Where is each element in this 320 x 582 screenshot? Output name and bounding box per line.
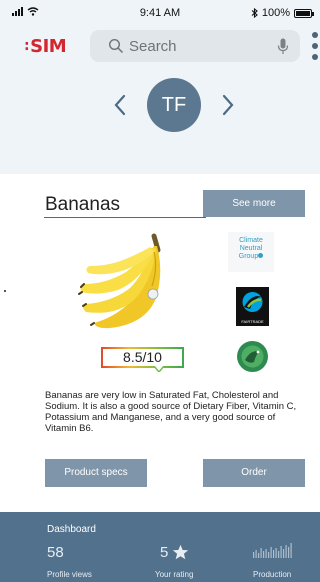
profile-views-label: Profile views	[47, 570, 92, 579]
star-icon	[173, 544, 189, 560]
dashboard-panel[interactable]: Dashboard 58 5 Profile views Your rating…	[0, 512, 320, 582]
production-label: Production	[253, 570, 292, 579]
status-bar: 9:41 AM 100%	[0, 0, 320, 26]
title-underline	[44, 217, 206, 218]
product-specs-button[interactable]: Product specs	[45, 459, 147, 487]
chevron-right-icon[interactable]	[221, 94, 235, 116]
production-chart-icon[interactable]	[252, 542, 294, 558]
fairtrade-label: FAIRTRADE	[241, 319, 264, 324]
climate-line-3: Group	[238, 253, 259, 260]
logo-dots: :	[24, 38, 30, 54]
climate-line-1: Climate	[239, 237, 263, 244]
side-dot	[4, 290, 6, 292]
rating-label: Your rating	[155, 570, 194, 579]
profile-views-value: 58	[47, 544, 64, 561]
dashboard-title: Dashboard	[47, 524, 96, 535]
order-button[interactable]: Order	[203, 459, 305, 487]
product-description: Bananas are very low in Saturated Fat, C…	[45, 390, 297, 434]
search-input[interactable]: Search	[129, 38, 177, 55]
logo-text: SIM	[30, 36, 67, 57]
battery-icon	[294, 8, 314, 18]
app-logo[interactable]: :SIM	[24, 36, 67, 57]
see-more-button[interactable]: See more	[203, 190, 305, 217]
rainforest-alliance-icon	[237, 341, 268, 372]
product-title: Bananas	[45, 194, 121, 215]
climate-dot-icon	[258, 253, 264, 258]
rating-value: 5	[160, 544, 169, 561]
fairtrade-badge: FAIRTRADE	[236, 287, 269, 326]
chevron-left-icon[interactable]	[113, 94, 127, 116]
banana-image	[78, 233, 161, 329]
status-right: 100%	[251, 7, 314, 19]
battery-fill	[296, 10, 310, 16]
microphone-icon[interactable]	[277, 38, 289, 55]
more-options-icon[interactable]	[312, 32, 320, 60]
fairtrade-icon	[242, 292, 263, 312]
rating-score: 8.5/10	[101, 347, 184, 368]
search-bar[interactable]: Search	[90, 30, 300, 62]
climate-neutral-badge: Climate Neutral Group	[228, 232, 274, 272]
avatar[interactable]: TF	[147, 78, 201, 132]
climate-line-2: Neutral	[239, 245, 263, 252]
search-icon	[108, 38, 124, 54]
bluetooth-icon	[251, 8, 258, 18]
rating-stat: 5	[160, 544, 189, 561]
battery-percent: 100%	[261, 7, 290, 19]
rating-indicator-icon	[154, 366, 164, 372]
